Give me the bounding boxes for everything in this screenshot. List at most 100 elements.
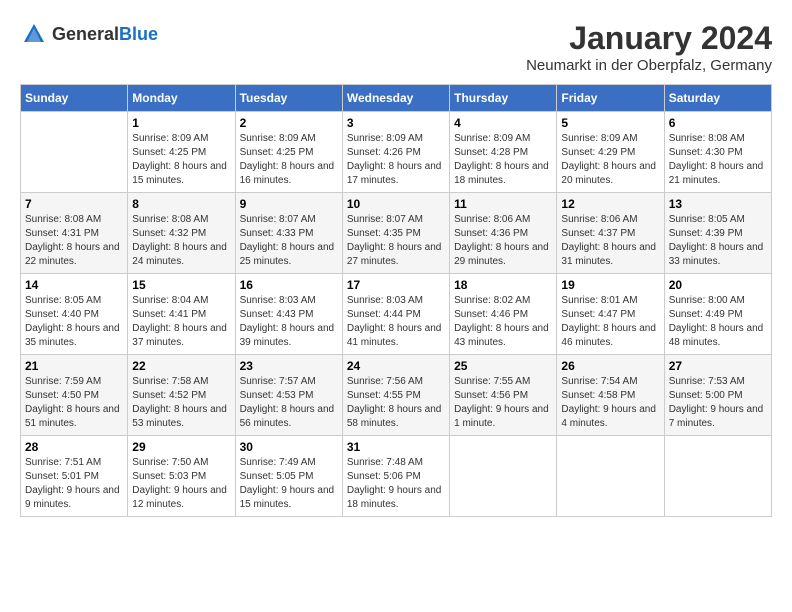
day-number: 18 <box>454 278 552 292</box>
day-info: Sunrise: 8:08 AM Sunset: 4:32 PM Dayligh… <box>132 213 230 269</box>
day-number: 5 <box>561 116 659 130</box>
day-number: 1 <box>132 116 230 130</box>
day-cell: 4 Sunrise: 8:09 AM Sunset: 4:28 PM Daylig… <box>450 112 557 193</box>
day-cell: 26Sunrise: 7:54 AM Sunset: 4:58 PM Dayli… <box>557 355 664 436</box>
day-number: 3 <box>347 116 445 130</box>
day-info: Sunrise: 7:56 AM Sunset: 4:55 PM Dayligh… <box>347 375 445 431</box>
day-cell: 16 Sunrise: 8:03 AM Sunset: 4:43 PM Dayli… <box>235 274 342 355</box>
title-block: January 2024 Neumarkt in der Oberpfalz, … <box>526 20 772 74</box>
day-cell: 12 Sunrise: 8:06 AM Sunset: 4:37 PM Dayli… <box>557 193 664 274</box>
day-cell <box>557 436 664 517</box>
day-number: 16 <box>240 278 338 292</box>
header-tuesday: Tuesday <box>235 85 342 112</box>
day-cell: 21 Sunrise: 7:59 AM Sunset: 4:50 PM Dayli… <box>21 355 128 436</box>
day-cell <box>450 436 557 517</box>
day-cell: 5 Sunrise: 8:09 AM Sunset: 4:29 PM Daylig… <box>557 112 664 193</box>
day-cell: 25 Sunrise: 7:55 AM Sunset: 4:56 PM Dayli… <box>450 355 557 436</box>
day-info: Sunrise: 7:49 AM Sunset: 5:05 PM Dayligh… <box>240 456 338 512</box>
day-cell: 3 Sunrise: 8:09 AM Sunset: 4:26 PM Daylig… <box>342 112 449 193</box>
day-info: Sunrise: 7:57 AM Sunset: 4:53 PM Dayligh… <box>240 375 338 431</box>
day-info: Sunrise: 8:02 AM Sunset: 4:46 PM Dayligh… <box>454 294 552 350</box>
day-cell: 2 Sunrise: 8:09 AM Sunset: 4:25 PM Daylig… <box>235 112 342 193</box>
day-info: Sunrise: 8:03 AM Sunset: 4:44 PM Dayligh… <box>347 294 445 350</box>
day-cell: 18 Sunrise: 8:02 AM Sunset: 4:46 PM Dayli… <box>450 274 557 355</box>
day-info: Sunrise: 8:06 AM Sunset: 4:37 PM Dayligh… <box>561 213 659 269</box>
day-cell: 15 Sunrise: 8:04 AM Sunset: 4:41 PM Dayli… <box>128 274 235 355</box>
day-number: 15 <box>132 278 230 292</box>
day-cell: 22 Sunrise: 7:58 AM Sunset: 4:52 PM Dayli… <box>128 355 235 436</box>
day-number: 19 <box>561 278 659 292</box>
day-info: Sunrise: 7:55 AM Sunset: 4:56 PM Dayligh… <box>454 375 552 431</box>
day-cell: 31Sunrise: 7:48 AM Sunset: 5:06 PM Dayli… <box>342 436 449 517</box>
day-info: Sunrise: 8:01 AM Sunset: 4:47 PM Dayligh… <box>561 294 659 350</box>
day-number: 14 <box>25 278 123 292</box>
day-info: Sunrise: 8:08 AM Sunset: 4:31 PM Dayligh… <box>25 213 123 269</box>
day-info: Sunrise: 8:04 AM Sunset: 4:41 PM Dayligh… <box>132 294 230 350</box>
day-info: Sunrise: 8:08 AM Sunset: 4:30 PM Dayligh… <box>669 132 767 188</box>
day-number: 20 <box>669 278 767 292</box>
day-info: Sunrise: 8:07 AM Sunset: 4:35 PM Dayligh… <box>347 213 445 269</box>
day-cell: 30Sunrise: 7:49 AM Sunset: 5:05 PM Dayli… <box>235 436 342 517</box>
day-cell: 17Sunrise: 8:03 AM Sunset: 4:44 PM Dayli… <box>342 274 449 355</box>
day-info: Sunrise: 7:53 AM Sunset: 5:00 PM Dayligh… <box>669 375 767 431</box>
day-info: Sunrise: 8:05 AM Sunset: 4:40 PM Dayligh… <box>25 294 123 350</box>
day-info: Sunrise: 8:09 AM Sunset: 4:28 PM Dayligh… <box>454 132 552 188</box>
calendar-header-row: SundayMondayTuesdayWednesdayThursdayFrid… <box>21 85 772 112</box>
day-info: Sunrise: 8:07 AM Sunset: 4:33 PM Dayligh… <box>240 213 338 269</box>
day-info: Sunrise: 7:58 AM Sunset: 4:52 PM Dayligh… <box>132 375 230 431</box>
day-number: 23 <box>240 359 338 373</box>
logo-blue-text: Blue <box>119 24 158 44</box>
day-cell: 29 Sunrise: 7:50 AM Sunset: 5:03 PM Dayli… <box>128 436 235 517</box>
day-info: Sunrise: 8:09 AM Sunset: 4:25 PM Dayligh… <box>240 132 338 188</box>
day-number: 7 <box>25 197 123 211</box>
day-info: Sunrise: 8:03 AM Sunset: 4:43 PM Dayligh… <box>240 294 338 350</box>
day-info: Sunrise: 8:05 AM Sunset: 4:39 PM Dayligh… <box>669 213 767 269</box>
header-friday: Friday <box>557 85 664 112</box>
day-cell: 1 Sunrise: 8:09 AM Sunset: 4:25 PM Daylig… <box>128 112 235 193</box>
week-row-3: 14 Sunrise: 8:05 AM Sunset: 4:40 PM Dayli… <box>21 274 772 355</box>
day-number: 31 <box>347 440 445 454</box>
location-title: Neumarkt in der Oberpfalz, Germany <box>526 57 772 74</box>
day-number: 10 <box>347 197 445 211</box>
day-cell: 14 Sunrise: 8:05 AM Sunset: 4:40 PM Dayli… <box>21 274 128 355</box>
day-info: Sunrise: 8:09 AM Sunset: 4:29 PM Dayligh… <box>561 132 659 188</box>
header-saturday: Saturday <box>664 85 771 112</box>
day-cell: 9Sunrise: 8:07 AM Sunset: 4:33 PM Daylig… <box>235 193 342 274</box>
day-info: Sunrise: 7:50 AM Sunset: 5:03 PM Dayligh… <box>132 456 230 512</box>
day-info: Sunrise: 8:06 AM Sunset: 4:36 PM Dayligh… <box>454 213 552 269</box>
day-number: 12 <box>561 197 659 211</box>
header-monday: Monday <box>128 85 235 112</box>
day-cell: 24 Sunrise: 7:56 AM Sunset: 4:55 PM Dayli… <box>342 355 449 436</box>
day-number: 8 <box>132 197 230 211</box>
day-number: 2 <box>240 116 338 130</box>
header-thursday: Thursday <box>450 85 557 112</box>
logo: GeneralBlue <box>20 20 158 48</box>
day-info: Sunrise: 8:09 AM Sunset: 4:25 PM Dayligh… <box>132 132 230 188</box>
day-cell: 8 Sunrise: 8:08 AM Sunset: 4:32 PM Daylig… <box>128 193 235 274</box>
calendar-table: SundayMondayTuesdayWednesdayThursdayFrid… <box>20 84 772 517</box>
day-number: 26 <box>561 359 659 373</box>
day-number: 27 <box>669 359 767 373</box>
day-number: 13 <box>669 197 767 211</box>
day-number: 29 <box>132 440 230 454</box>
day-number: 21 <box>25 359 123 373</box>
day-cell: 7 Sunrise: 8:08 AM Sunset: 4:31 PM Daylig… <box>21 193 128 274</box>
day-number: 11 <box>454 197 552 211</box>
day-info: Sunrise: 8:09 AM Sunset: 4:26 PM Dayligh… <box>347 132 445 188</box>
day-cell: 6 Sunrise: 8:08 AM Sunset: 4:30 PM Daylig… <box>664 112 771 193</box>
day-cell: 19 Sunrise: 8:01 AM Sunset: 4:47 PM Dayli… <box>557 274 664 355</box>
day-number: 22 <box>132 359 230 373</box>
day-cell <box>21 112 128 193</box>
day-number: 28 <box>25 440 123 454</box>
day-number: 4 <box>454 116 552 130</box>
day-number: 24 <box>347 359 445 373</box>
day-cell: 23 Sunrise: 7:57 AM Sunset: 4:53 PM Dayli… <box>235 355 342 436</box>
logo-icon <box>20 20 48 48</box>
day-info: Sunrise: 7:59 AM Sunset: 4:50 PM Dayligh… <box>25 375 123 431</box>
page-header: GeneralBlue January 2024 Neumarkt in der… <box>20 20 772 74</box>
header-sunday: Sunday <box>21 85 128 112</box>
day-number: 6 <box>669 116 767 130</box>
week-row-2: 7 Sunrise: 8:08 AM Sunset: 4:31 PM Daylig… <box>21 193 772 274</box>
day-number: 25 <box>454 359 552 373</box>
day-cell: 27 Sunrise: 7:53 AM Sunset: 5:00 PM Dayli… <box>664 355 771 436</box>
